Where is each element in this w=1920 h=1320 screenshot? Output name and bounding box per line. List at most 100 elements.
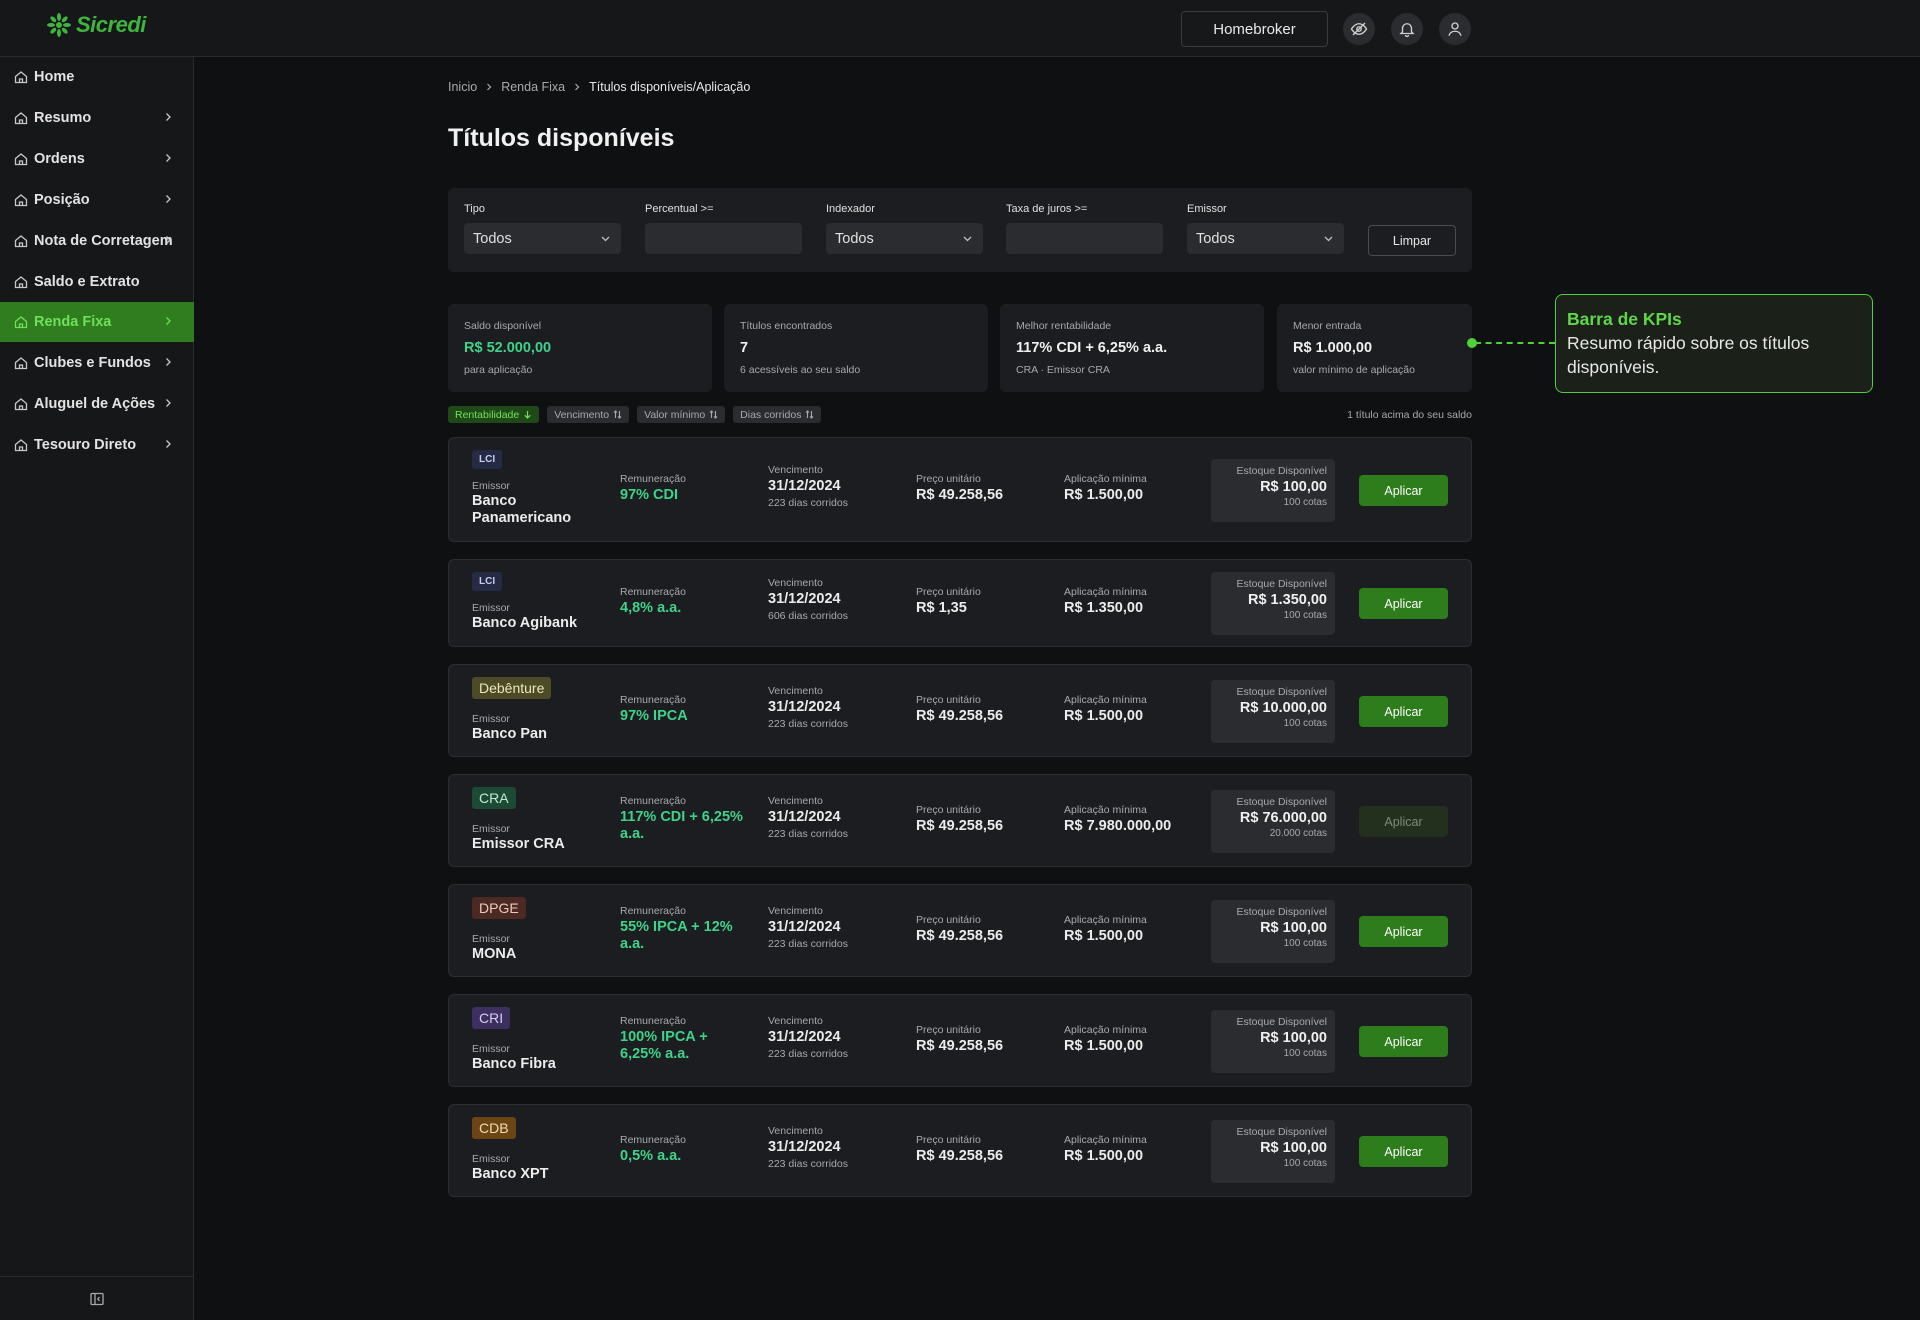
emissor-label: Emissor — [472, 823, 510, 835]
apply-button[interactable]: Aplicar — [1359, 588, 1448, 619]
home-icon — [14, 153, 28, 166]
chevron-right-icon — [166, 358, 171, 366]
apply-button[interactable]: Aplicar — [1359, 806, 1448, 837]
emissor-name: Emissor CRA — [472, 836, 565, 852]
user-icon[interactable] — [1439, 13, 1471, 45]
sidebar-item[interactable]: Tesouro Direto — [0, 425, 194, 465]
filter-taxa-label: Taxa de juros >= — [1006, 203, 1088, 215]
remuneracao-label: Remuneração — [620, 473, 686, 485]
stock-cotas: 20.000 cotas — [1269, 828, 1327, 839]
vencimento-label: Vencimento — [768, 1125, 823, 1137]
vencimento-label: Vencimento — [768, 795, 823, 807]
title-card: CRA Emissor Emissor CRA Remuneração 117% CDI… — [448, 774, 1472, 867]
apply-button[interactable]: Aplicar — [1359, 1136, 1448, 1167]
sort-valor-minimo-chip[interactable]: Valor mínimo — [637, 406, 726, 423]
sidebar-item[interactable]: Resumo — [0, 98, 194, 138]
indexador-select[interactable]: Todos — [826, 223, 983, 254]
aplicacao-value: R$ 1.500,00 — [1064, 928, 1144, 944]
filter-emissor: Emissor Todos — [1187, 203, 1344, 254]
kpi-melhor-rentabilidade: Melhor rentabilidade 117% CDI + 6,25% a.… — [1000, 304, 1264, 392]
filter-emissor-label: Emissor — [1187, 203, 1227, 215]
kpi-value: 117% CDI + 6,25% a.a. — [1016, 340, 1168, 356]
tipo-select[interactable]: Todos — [464, 223, 621, 254]
breadcrumb: Inicio Renda Fixa Títulos disponíveis/Ap… — [448, 80, 750, 94]
chevron-right-icon — [166, 236, 171, 244]
stock-value: R$ 76.000,00 — [1239, 810, 1327, 826]
emissor-name: Banco Panamericano — [472, 493, 572, 526]
taxa-input[interactable] — [1006, 223, 1163, 254]
preco-label: Preço unitário — [916, 586, 981, 598]
sort-icon — [806, 410, 814, 419]
kpi-label: Títulos encontrados — [740, 320, 833, 332]
sidebar-item-label: Home — [34, 69, 75, 85]
sidebar-collapse-icon[interactable] — [90, 1292, 104, 1306]
sidebar-item[interactable]: Ordens — [0, 139, 194, 179]
home-icon — [14, 439, 28, 452]
dias-corridos: 223 dias corridos — [768, 938, 848, 950]
breadcrumb-renda-fixa[interactable]: Renda Fixa — [501, 80, 565, 94]
aplicacao-value: R$ 1.350,00 — [1064, 600, 1144, 616]
logo[interactable]: Sicredi — [46, 12, 146, 38]
homebroker-button[interactable]: Homebroker — [1181, 11, 1328, 47]
sidebar-item[interactable]: Renda Fixa — [0, 302, 194, 342]
apply-button[interactable]: Aplicar — [1359, 1026, 1448, 1057]
apply-button[interactable]: Aplicar — [1359, 696, 1448, 727]
sidebar-item[interactable]: Home — [0, 57, 194, 97]
aplicacao-value: R$ 7.980.000,00 — [1064, 818, 1172, 834]
stock-cotas: 100 cotas — [1283, 718, 1327, 729]
remuneracao-label: Remuneração — [620, 1134, 686, 1146]
emissor-name: Banco Fibra — [472, 1056, 556, 1072]
bell-icon[interactable] — [1391, 13, 1423, 45]
filter-tipo-label: Tipo — [464, 203, 485, 215]
kpi-sub: 6 acessíveis ao seu saldo — [740, 364, 861, 376]
sidebar-item[interactable]: Clubes e Fundos — [0, 343, 194, 383]
aplicacao-value: R$ 1.500,00 — [1064, 1038, 1144, 1054]
sidebar-item[interactable]: Saldo e Extrato — [0, 262, 194, 302]
clear-filters-button[interactable]: Limpar — [1368, 225, 1456, 256]
sort-dias-corridos-chip[interactable]: Dias corridos — [733, 406, 822, 423]
kpi-label: Menor entrada — [1293, 320, 1362, 332]
preco-value: R$ 1,35 — [916, 600, 967, 616]
sidebar-item[interactable]: Aluguel de Ações — [0, 384, 194, 424]
breadcrumb-home[interactable]: Inicio — [448, 80, 477, 94]
filter-percentual-label: Percentual >= — [645, 203, 714, 215]
callout-title: Barra de KPIs — [1567, 309, 1682, 329]
chevron-right-icon — [166, 317, 171, 325]
sort-rentabilidade-chip[interactable]: Rentabilidade — [448, 406, 540, 423]
vencimento-value: 31/12/2024 — [768, 478, 841, 494]
tipo-select-value: Todos — [473, 230, 512, 247]
type-badge: LCI — [472, 572, 503, 591]
dias-corridos: 223 dias corridos — [768, 718, 848, 730]
indexador-select-value: Todos — [835, 230, 874, 247]
eye-off-icon[interactable] — [1343, 13, 1375, 45]
vencimento-value: 31/12/2024 — [768, 591, 841, 607]
kpi-titulos: Títulos encontrados 7 6 acessíveis ao se… — [724, 304, 988, 392]
kpi-callout: Barra de KPIs Resumo rápido sobre os tít… — [1555, 294, 1873, 393]
home-icon — [14, 194, 28, 207]
remuneracao-label: Remuneração — [620, 586, 686, 598]
sidebar-item[interactable]: Nota de Corretagem — [0, 221, 194, 261]
remuneracao-value: 0,5% a.a. — [620, 1148, 682, 1164]
kpi-label: Saldo disponível — [464, 320, 542, 332]
emissor-select[interactable]: Todos — [1187, 223, 1344, 254]
percentual-input[interactable] — [645, 223, 802, 254]
arrow-down-icon — [524, 411, 531, 419]
vencimento-label: Vencimento — [768, 905, 823, 917]
preco-label: Preço unitário — [916, 694, 981, 706]
apply-button[interactable]: Aplicar — [1359, 475, 1448, 506]
sort-vencimento-chip[interactable]: Vencimento — [547, 406, 630, 423]
vencimento-value: 31/12/2024 — [768, 919, 841, 935]
stock-cotas: 100 cotas — [1283, 1048, 1327, 1059]
remuneracao-label: Remuneração — [620, 694, 686, 706]
title-card: Debênture Emissor Banco Pan Remuneração 97% … — [448, 664, 1472, 757]
vencimento-value: 31/12/2024 — [768, 1139, 841, 1155]
preco-label: Preço unitário — [916, 1024, 981, 1036]
chip-label: Valor mínimo — [644, 408, 706, 421]
chip-label: Dias corridos — [740, 408, 802, 421]
sidebar-item[interactable]: Posição — [0, 180, 194, 220]
logo-text: Sicredi — [76, 12, 146, 37]
kpi-sub: CRA · Emissor CRA — [1016, 364, 1110, 376]
stock-box: Estoque Disponível R$ 100,00 100 cotas — [1211, 1120, 1335, 1183]
apply-button[interactable]: Aplicar — [1359, 916, 1448, 947]
preco-value: R$ 49.258,56 — [916, 1038, 1004, 1054]
